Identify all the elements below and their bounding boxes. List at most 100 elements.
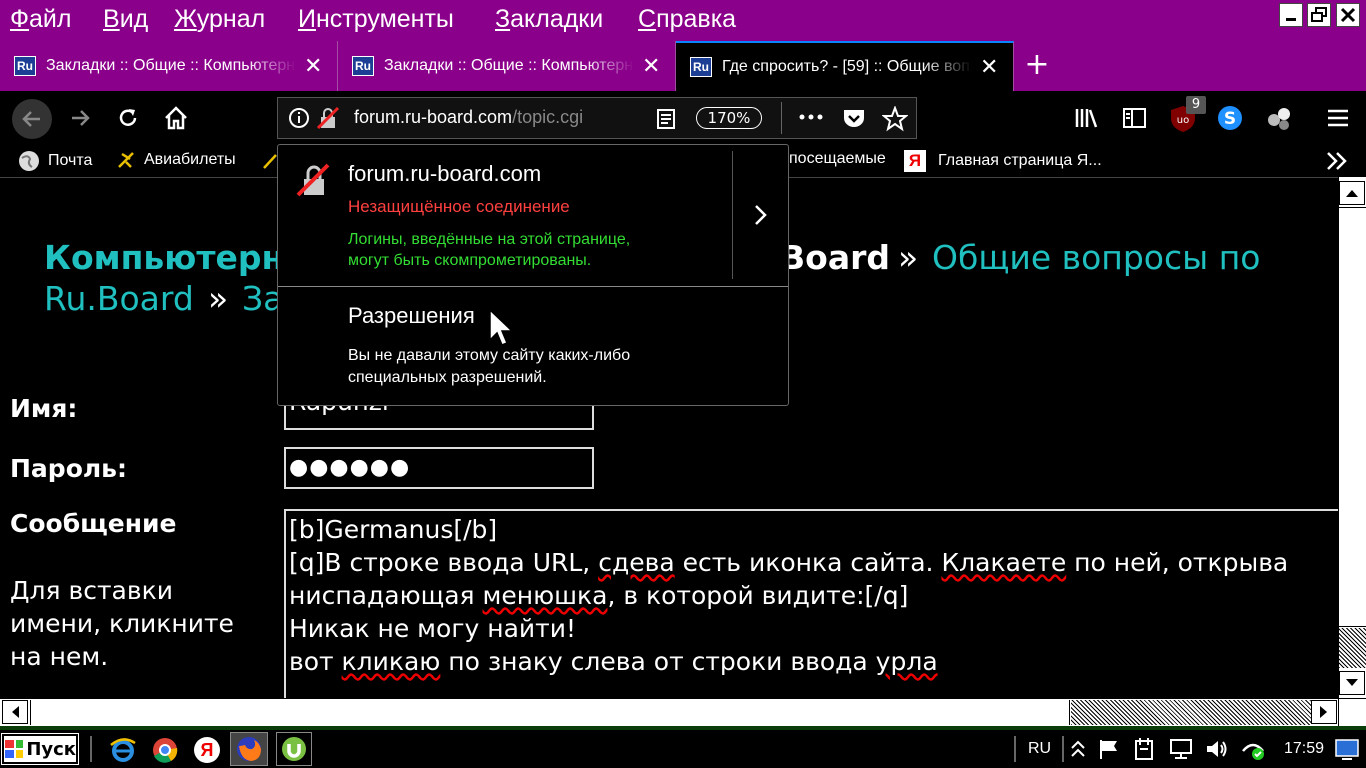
chevron-double-right-icon[interactable] [1326,151,1348,171]
forward-arrow-icon [72,110,90,126]
scroll-down-button[interactable] [1339,671,1365,695]
network-icon[interactable] [1168,737,1194,761]
close-window-button[interactable] [1336,3,1360,27]
scroll-thumb-horizontal[interactable] [30,700,1070,725]
triangle-down-icon [1346,679,1358,686]
scrollbar-corner [1338,698,1366,726]
ruboard-favicon-icon: Ru [14,56,36,76]
airplane-icon [118,152,134,168]
zoom-level-badge[interactable]: 170% [696,107,762,129]
bookmark-mail[interactable]: Почта [18,150,92,172]
insecure-connection-text: Незащищённое соединение [348,197,570,216]
horizontal-scrollbar[interactable] [0,698,1338,726]
permissions-title: Разрешения [348,303,475,328]
windows-logo-icon [5,740,24,758]
scroll-right-button[interactable] [1311,700,1337,724]
bookmark-star-icon[interactable] [882,106,908,132]
insecure-lock-icon[interactable] [316,106,340,130]
breadcrumb-general-questions[interactable]: Общие вопросы по [932,238,1260,277]
restore-icon [1311,7,1327,22]
reader-view-icon[interactable] [656,108,676,130]
sidebar-icon[interactable] [1122,106,1148,130]
hamburger-menu-icon[interactable] [1327,108,1349,128]
menu-help[interactable]: Справка [638,5,736,34]
scroll-up-button[interactable] [1339,181,1365,205]
scroll-track-horizontal[interactable] [1071,700,1311,725]
name-label: Имя: [10,394,78,423]
language-indicator[interactable]: RU [1028,740,1051,758]
clock-time[interactable]: 17:59 [1284,740,1324,758]
security-details-button[interactable] [733,151,789,279]
chevron-right-icon [755,205,767,225]
utorrent-taskbar-button[interactable] [276,732,312,766]
utorrent-icon [282,737,306,761]
tab-close-icon[interactable]: ✕ [304,54,322,79]
triangle-right-icon [1320,706,1327,718]
tab-bar: Ru Закладки :: Общие :: Компьютерный фор… [0,41,1366,91]
insert-name-hint: Для вставки имени, кликните на нем. [10,576,234,671]
tab-title: Закладки :: Общие :: Компьютерный форум [384,57,634,74]
vertical-scrollbar[interactable] [1338,177,1366,698]
show-desktop-icon[interactable] [1334,738,1360,760]
menu-bookmarks[interactable]: Закладки [495,5,603,34]
password-label: Пароль: [10,454,127,483]
scroll-thumb[interactable] [1339,207,1366,627]
firefox-taskbar-button[interactable] [230,732,268,766]
new-tab-plus-icon[interactable]: + [1022,50,1052,81]
bookmark-most-visited[interactable]: посещаемые [789,150,886,168]
tab-close-icon[interactable]: ✕ [642,54,660,79]
svg-text:uo: uo [1177,115,1189,126]
scroll-left-button[interactable] [2,700,28,724]
tab-close-icon[interactable]: ✕ [980,55,998,80]
breadcrumb-separator: » [898,238,919,277]
library-icon[interactable] [1074,106,1100,130]
navigation-bar: forum.ru-board.com/topic.cgi 170% uo 9 S [0,91,1366,145]
pocket-icon[interactable] [842,107,866,129]
minimize-icon [1286,18,1296,21]
volume-speaker-icon[interactable] [1204,737,1228,761]
permissions-text: Вы не давали этому сайту каких-либо спец… [348,347,631,386]
menu-view[interactable]: Вид [103,5,148,34]
tab-2[interactable]: Ru Закладки :: Общие :: Компьютерный фор… [338,41,676,91]
sync-status-icon[interactable] [1240,737,1266,761]
breadcrumb-ruboard[interactable]: Ru.Board [44,279,194,318]
login-warning-text: Логины, введённые на этой странице, могу… [348,231,631,269]
bookmark-yandex[interactable]: Я Главная страница Я... [904,150,1102,172]
home-button[interactable] [160,102,192,134]
breadcrumb-separator: » [208,279,229,318]
menu-tools[interactable]: Инструменты [298,5,454,34]
message-textarea[interactable]: [b]Germanus[/b] [q]В строке ввода URL, с… [284,509,1338,698]
yandex-browser-icon[interactable]: Я [192,735,222,765]
menu-history[interactable]: Журнал [174,5,265,34]
tab-1[interactable]: Ru Закладки :: Общие :: Компьютерный фор… [0,41,338,91]
url-text[interactable]: forum.ru-board.com/topic.cgi [354,107,599,128]
menu-file[interactable]: Файл [10,5,71,34]
start-button[interactable]: Пуск [1,733,79,765]
more-actions-icon[interactable] [798,112,824,122]
forward-button[interactable] [64,102,96,134]
breadcrumb-board[interactable]: Board [780,238,890,277]
chrome-icon[interactable] [150,735,180,765]
skype-icon[interactable]: S [1217,105,1243,131]
breadcrumb-computer-forum[interactable]: Компьютерн [44,238,284,277]
minimize-button[interactable] [1279,3,1303,27]
action-center-flag-icon[interactable] [1098,738,1120,760]
svg-text:S: S [1224,109,1236,129]
show-hidden-icons-chevron-icon[interactable] [1070,738,1086,760]
bookmark-flights[interactable]: Авиабилеты [116,150,236,170]
info-icon[interactable] [288,107,310,129]
reload-button[interactable] [112,102,144,134]
menu-bar: Файл Вид Журнал Инструменты Закладки Спр… [0,0,1366,41]
back-button[interactable] [12,99,52,139]
internet-explorer-icon[interactable] [108,735,138,765]
triangle-up-icon [1346,190,1358,197]
tab-3-active[interactable]: Ru Где спросить? - [59] :: Общие вопросы… [676,41,1014,91]
password-input[interactable]: ●●●●●● [284,447,594,489]
extension-balls-icon[interactable] [1265,105,1293,131]
url-bar[interactable]: forum.ru-board.com/topic.cgi 170% [277,97,917,139]
restore-button[interactable] [1307,3,1331,27]
scroll-track[interactable] [1339,628,1366,668]
popup-separator [278,286,788,287]
safely-remove-hardware-icon[interactable] [1132,737,1156,761]
airplane-icon[interactable] [262,151,278,171]
